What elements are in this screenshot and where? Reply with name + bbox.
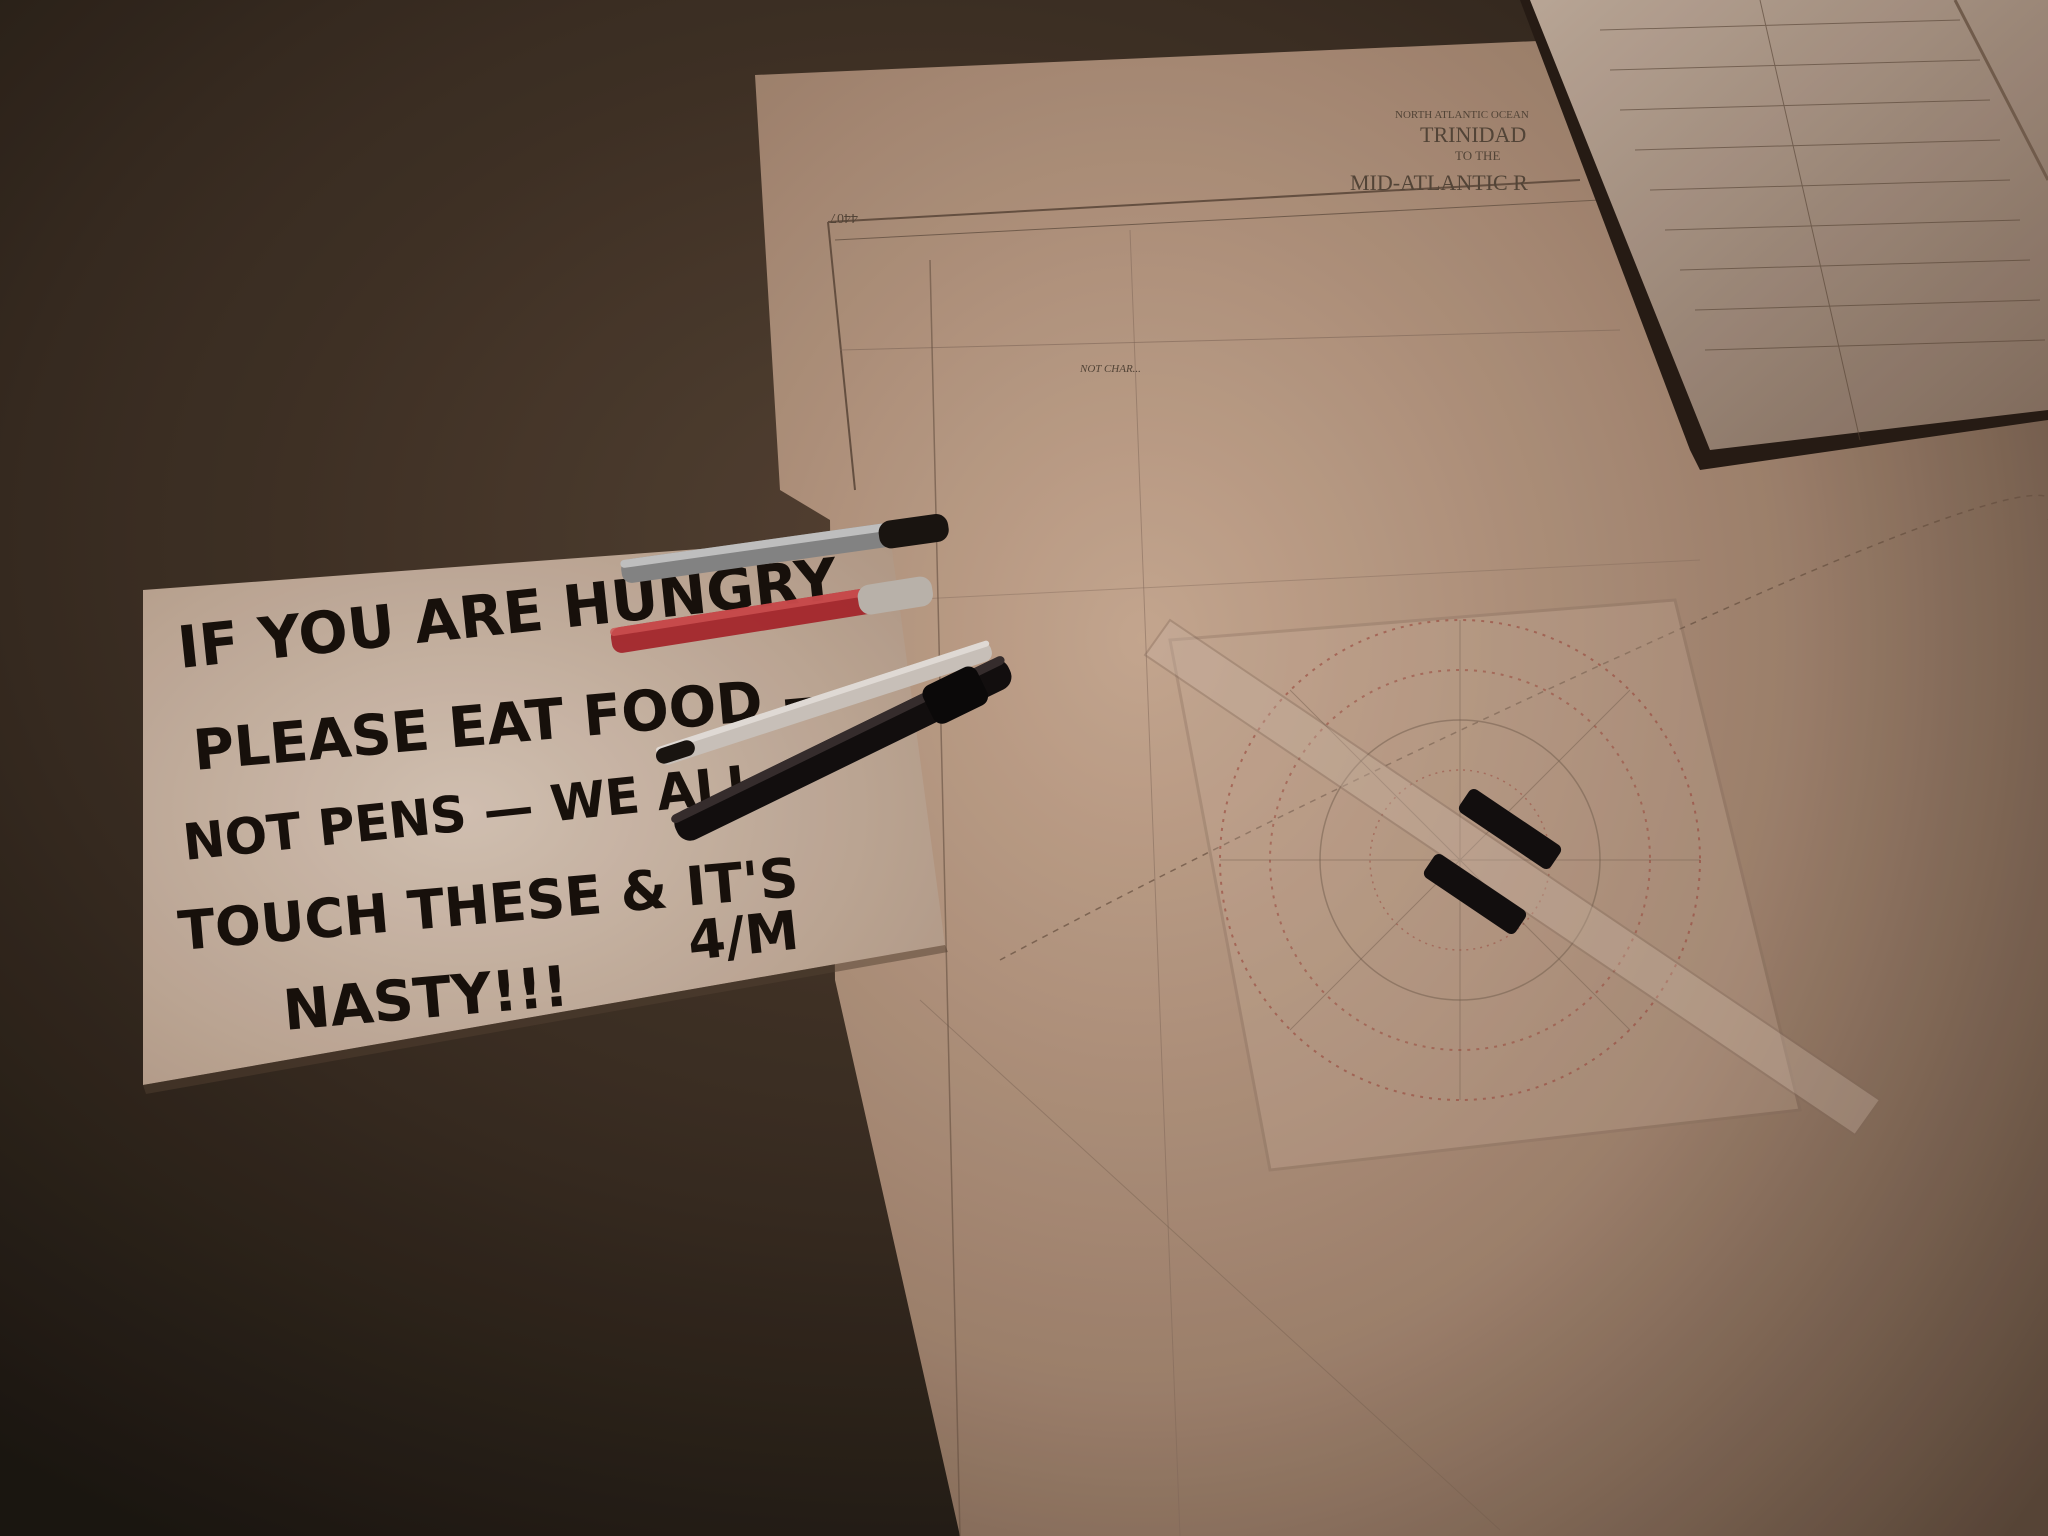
photo-scene: NORTH ATLANTIC OCEAN TRINIDAD TO THE MID…: [0, 0, 2048, 1536]
